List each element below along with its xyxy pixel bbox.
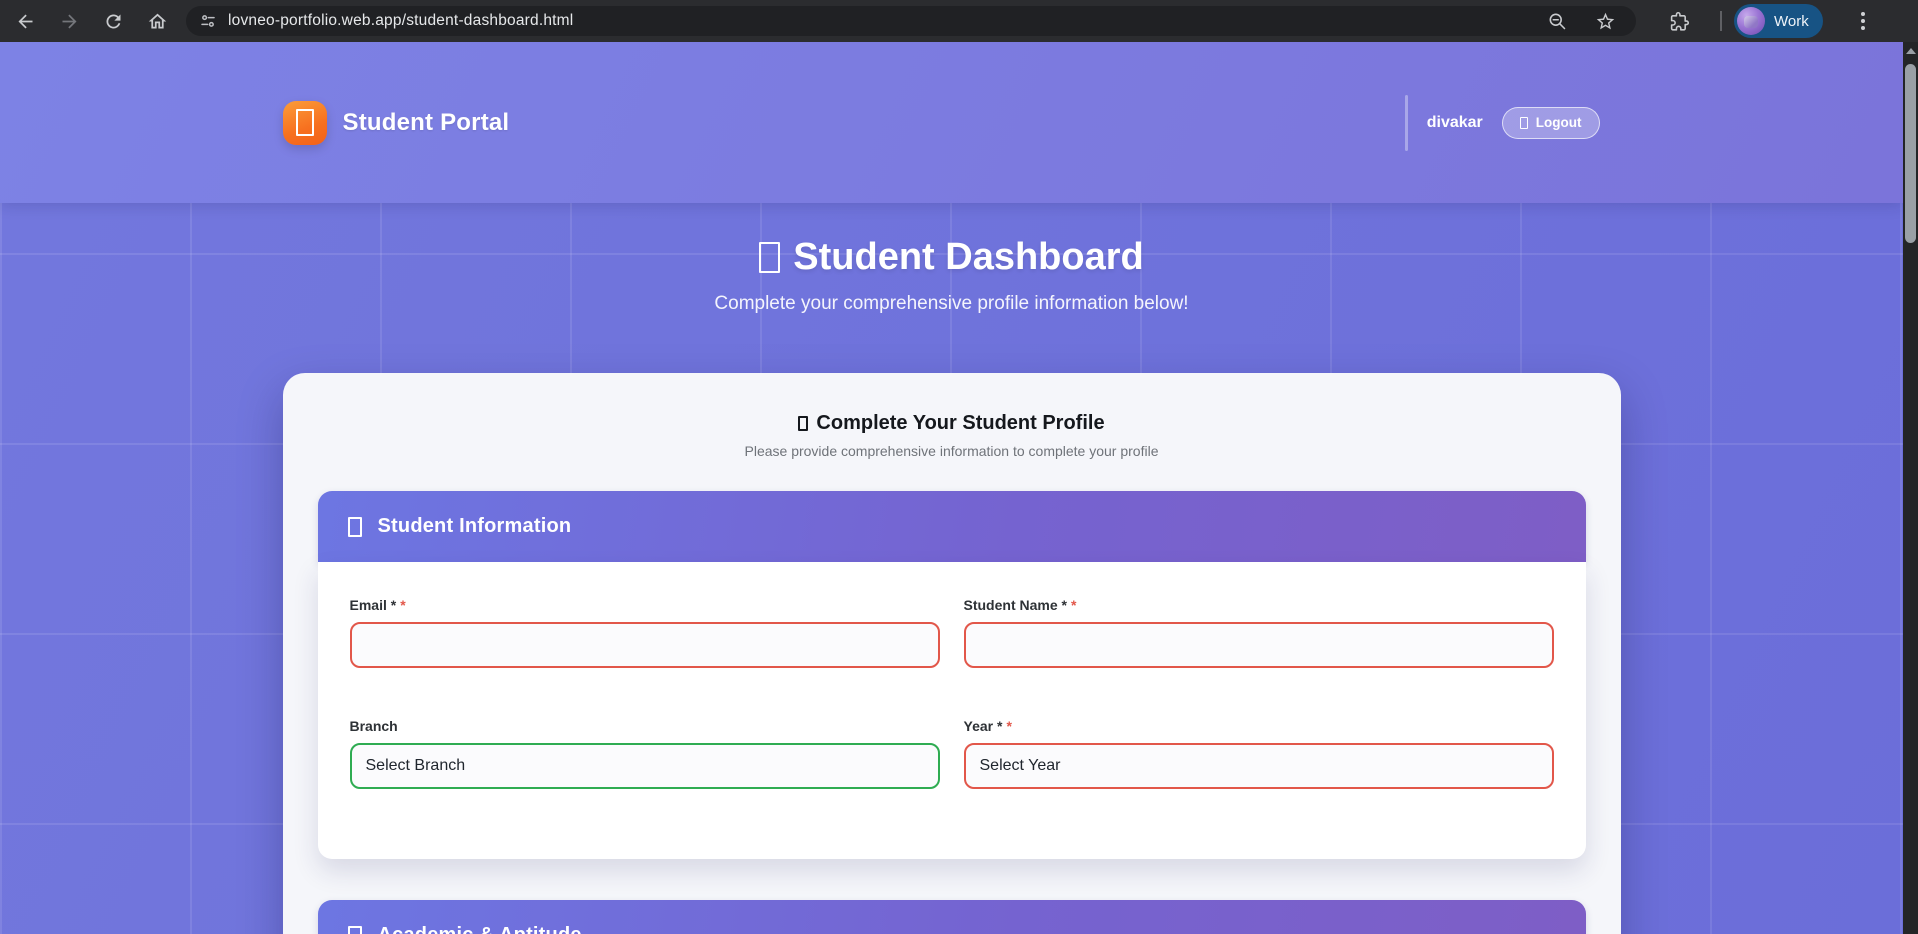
- back-icon[interactable]: [14, 10, 36, 32]
- card-title: Complete Your Student Profile: [283, 410, 1621, 436]
- missing-emoji-glyph-icon: [798, 416, 808, 431]
- app-title: Student Portal: [343, 109, 510, 137]
- scroll-up-arrow-icon: [1906, 48, 1916, 54]
- field-student-name: Student Name **: [964, 597, 1554, 668]
- missing-emoji-glyph-icon: [296, 109, 314, 136]
- scrollbar-up-button[interactable]: [1903, 42, 1918, 59]
- section-student-information: Student Information Email ** Student Nam…: [318, 491, 1586, 859]
- url-text: lovneo-portfolio.web.app/student-dashboa…: [228, 12, 1546, 30]
- bookmark-star-icon[interactable]: [1594, 10, 1616, 32]
- scrollbar[interactable]: [1903, 42, 1918, 934]
- email-input[interactable]: [350, 622, 940, 668]
- page-subtitle: Complete your comprehensive profile info…: [0, 291, 1903, 317]
- field-label: Branch: [350, 718, 940, 735]
- forward-icon[interactable]: [58, 10, 80, 32]
- field-email: Email **: [350, 597, 940, 668]
- logout-label: Logout: [1536, 115, 1582, 130]
- page-title: Student Dashboard: [0, 233, 1903, 281]
- missing-emoji-glyph-icon: [348, 517, 362, 537]
- zoom-icon[interactable]: [1546, 10, 1568, 32]
- missing-emoji-glyph-icon: [348, 926, 362, 934]
- year-select[interactable]: Select Year: [964, 743, 1554, 789]
- section-title: Academic & Aptitude: [348, 924, 582, 934]
- field-branch: Branch Select Branch: [350, 718, 940, 789]
- section-body: Email ** Student Name ** Branch: [318, 562, 1586, 859]
- three-dot-menu-icon[interactable]: [1855, 10, 1871, 32]
- user-area: divakar Logout: [1405, 95, 1600, 151]
- scrollbar-thumb[interactable]: [1905, 64, 1916, 243]
- avatar: [1737, 7, 1765, 35]
- section-header: Academic & Aptitude: [318, 900, 1586, 934]
- omnibox-icons: [1546, 10, 1616, 32]
- address-bar[interactable]: lovneo-portfolio.web.app/student-dashboa…: [186, 6, 1636, 36]
- extensions-icon[interactable]: [1668, 10, 1690, 32]
- required-asterisk: *: [1071, 597, 1076, 613]
- hero-section: Student Dashboard Complete your comprehe…: [0, 203, 1903, 317]
- student-name-input[interactable]: [964, 622, 1554, 668]
- field-label: Email **: [350, 597, 940, 614]
- required-asterisk: *: [1006, 718, 1011, 734]
- field-label: Year **: [964, 718, 1554, 735]
- missing-emoji-glyph-icon: [1520, 117, 1528, 129]
- required-asterisk: *: [400, 597, 405, 613]
- section-header: Student Information: [318, 491, 1586, 562]
- section-academic-aptitude: Academic & Aptitude: [318, 900, 1586, 934]
- header-divider: [1405, 95, 1408, 151]
- profile-name-label: Work: [1774, 13, 1809, 30]
- profile-card: Complete Your Student Profile Please pro…: [283, 373, 1621, 934]
- section-title: Student Information: [348, 515, 572, 538]
- site-header: Student Portal divakar Logout: [0, 42, 1903, 203]
- field-label: Student Name **: [964, 597, 1554, 614]
- branch-select[interactable]: Select Branch: [350, 743, 940, 789]
- missing-emoji-glyph-icon: [759, 242, 780, 273]
- reload-icon[interactable]: [102, 10, 124, 32]
- site-settings-icon[interactable]: [199, 12, 217, 30]
- field-year: Year ** Select Year: [964, 718, 1554, 789]
- toolbar-separator: [1720, 11, 1722, 31]
- browser-toolbar: lovneo-portfolio.web.app/student-dashboa…: [0, 0, 1918, 42]
- card-subtitle: Please provide comprehensive information…: [283, 442, 1621, 461]
- logout-button[interactable]: Logout: [1502, 107, 1600, 139]
- profile-chip[interactable]: Work: [1734, 4, 1823, 38]
- nav-button-group: [0, 10, 168, 32]
- app-logo: [283, 101, 327, 145]
- home-icon[interactable]: [146, 10, 168, 32]
- browser-window: lovneo-portfolio.web.app/student-dashboa…: [0, 0, 1918, 934]
- page-viewport: Student Portal divakar Logout Student Da…: [0, 42, 1903, 934]
- username-label: divakar: [1427, 114, 1483, 132]
- card-header: Complete Your Student Profile Please pro…: [283, 373, 1621, 461]
